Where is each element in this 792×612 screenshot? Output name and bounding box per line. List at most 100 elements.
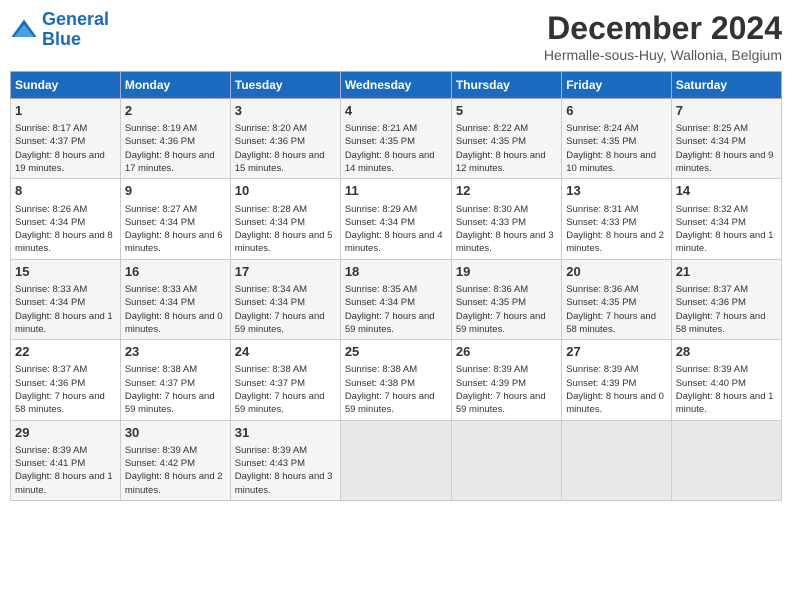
calendar-cell <box>562 420 671 500</box>
calendar-cell: 4Sunrise: 8:21 AMSunset: 4:35 PMDaylight… <box>340 99 451 179</box>
day-info: Sunrise: 8:24 AMSunset: 4:35 PMDaylight:… <box>566 122 666 175</box>
calendar-cell: 29 Sunrise: 8:39 AMSunset: 4:41 PMDayligh… <box>11 420 121 500</box>
calendar-cell: 26Sunrise: 8:39 AMSunset: 4:39 PMDayligh… <box>451 340 561 420</box>
calendar-cell <box>451 420 561 500</box>
column-header-monday: Monday <box>120 72 230 99</box>
calendar-cell: 8 Sunrise: 8:26 AMSunset: 4:34 PMDaylight… <box>11 179 121 259</box>
day-number: 30 <box>125 424 226 442</box>
location-subtitle: Hermalle-sous-Huy, Wallonia, Belgium <box>544 47 782 63</box>
logo-line2: Blue <box>42 29 81 49</box>
day-number: 25 <box>345 343 447 361</box>
day-info: Sunrise: 8:36 AMSunset: 4:35 PMDaylight:… <box>456 283 557 336</box>
column-header-thursday: Thursday <box>451 72 561 99</box>
calendar-cell: 22 Sunrise: 8:37 AMSunset: 4:36 PMDayligh… <box>11 340 121 420</box>
day-info: Sunrise: 8:39 AMSunset: 4:41 PMDaylight:… <box>15 444 116 497</box>
calendar-cell: 17 Sunrise: 8:34 AMSunset: 4:34 PMDayligh… <box>230 259 340 339</box>
calendar-week-row: 29 Sunrise: 8:39 AMSunset: 4:41 PMDayligh… <box>11 420 782 500</box>
calendar-week-row: 1 Sunrise: 8:17 AMSunset: 4:37 PMDaylight… <box>11 99 782 179</box>
day-number: 21 <box>676 263 777 281</box>
day-number: 10 <box>235 182 336 200</box>
day-number: 15 <box>15 263 116 281</box>
calendar-cell: 25 Sunrise: 8:38 AMSunset: 4:38 PMDayligh… <box>340 340 451 420</box>
day-info: Sunrise: 8:37 AMSunset: 4:36 PMDaylight:… <box>676 283 777 336</box>
calendar-cell: 15 Sunrise: 8:33 AMSunset: 4:34 PMDayligh… <box>11 259 121 339</box>
column-header-wednesday: Wednesday <box>340 72 451 99</box>
day-number: 8 <box>15 182 116 200</box>
day-number: 12 <box>456 182 557 200</box>
day-number: 31 <box>235 424 336 442</box>
calendar-cell: 10Sunrise: 8:28 AMSunset: 4:34 PMDayligh… <box>230 179 340 259</box>
day-info: Sunrise: 8:39 AMSunset: 4:39 PMDaylight:… <box>456 363 557 416</box>
logo-line1: General <box>42 9 109 29</box>
day-number: 13 <box>566 182 666 200</box>
day-number: 28 <box>676 343 777 361</box>
page-header: General Blue December 2024 Hermalle-sous… <box>10 10 782 63</box>
day-info: Sunrise: 8:25 AMSunset: 4:34 PMDaylight:… <box>676 122 777 175</box>
calendar-cell: 2Sunrise: 8:19 AMSunset: 4:36 PMDaylight… <box>120 99 230 179</box>
day-info: Sunrise: 8:35 AMSunset: 4:34 PMDaylight:… <box>345 283 447 336</box>
calendar-cell: 23 Sunrise: 8:38 AMSunset: 4:37 PMDayligh… <box>120 340 230 420</box>
day-number: 18 <box>345 263 447 281</box>
column-header-saturday: Saturday <box>671 72 781 99</box>
day-number: 3 <box>235 102 336 120</box>
day-info: Sunrise: 8:26 AMSunset: 4:34 PMDaylight:… <box>15 203 116 256</box>
calendar-cell: 19 Sunrise: 8:36 AMSunset: 4:35 PMDayligh… <box>451 259 561 339</box>
day-info: Sunrise: 8:39 AMSunset: 4:43 PMDaylight:… <box>235 444 336 497</box>
day-info: Sunrise: 8:38 AMSunset: 4:37 PMDaylight:… <box>125 363 226 416</box>
logo-icon <box>10 16 38 44</box>
calendar-cell: 13Sunrise: 8:31 AMSunset: 4:33 PMDayligh… <box>562 179 671 259</box>
day-info: Sunrise: 8:17 AMSunset: 4:37 PMDaylight:… <box>15 122 116 175</box>
day-info: Sunrise: 8:39 AMSunset: 4:40 PMDaylight:… <box>676 363 777 416</box>
day-info: Sunrise: 8:39 AMSunset: 4:39 PMDaylight:… <box>566 363 666 416</box>
calendar-cell: 9 Sunrise: 8:27 AMSunset: 4:34 PMDaylight… <box>120 179 230 259</box>
day-info: Sunrise: 8:30 AMSunset: 4:33 PMDaylight:… <box>456 203 557 256</box>
calendar-body: 1 Sunrise: 8:17 AMSunset: 4:37 PMDaylight… <box>11 99 782 501</box>
day-info: Sunrise: 8:38 AMSunset: 4:38 PMDaylight:… <box>345 363 447 416</box>
calendar-cell: 3 Sunrise: 8:20 AMSunset: 4:36 PMDaylight… <box>230 99 340 179</box>
logo: General Blue <box>10 10 109 50</box>
day-info: Sunrise: 8:34 AMSunset: 4:34 PMDaylight:… <box>235 283 336 336</box>
calendar-cell <box>340 420 451 500</box>
day-info: Sunrise: 8:29 AMSunset: 4:34 PMDaylight:… <box>345 203 447 256</box>
calendar-cell: 5 Sunrise: 8:22 AMSunset: 4:35 PMDaylight… <box>451 99 561 179</box>
day-info: Sunrise: 8:27 AMSunset: 4:34 PMDaylight:… <box>125 203 226 256</box>
day-number: 6 <box>566 102 666 120</box>
calendar-cell: 18 Sunrise: 8:35 AMSunset: 4:34 PMDayligh… <box>340 259 451 339</box>
logo-text: General Blue <box>42 10 109 50</box>
calendar-week-row: 15 Sunrise: 8:33 AMSunset: 4:34 PMDayligh… <box>11 259 782 339</box>
day-info: Sunrise: 8:33 AMSunset: 4:34 PMDaylight:… <box>15 283 116 336</box>
column-header-tuesday: Tuesday <box>230 72 340 99</box>
day-info: Sunrise: 8:36 AMSunset: 4:35 PMDaylight:… <box>566 283 666 336</box>
day-number: 27 <box>566 343 666 361</box>
calendar-cell: 1 Sunrise: 8:17 AMSunset: 4:37 PMDaylight… <box>11 99 121 179</box>
calendar-cell: 14Sunrise: 8:32 AMSunset: 4:34 PMDayligh… <box>671 179 781 259</box>
day-number: 24 <box>235 343 336 361</box>
day-number: 1 <box>15 102 116 120</box>
calendar-cell: 20 Sunrise: 8:36 AMSunset: 4:35 PMDayligh… <box>562 259 671 339</box>
column-header-sunday: Sunday <box>11 72 121 99</box>
month-title: December 2024 <box>544 10 782 47</box>
calendar-cell: 27 Sunrise: 8:39 AMSunset: 4:39 PMDayligh… <box>562 340 671 420</box>
day-number: 23 <box>125 343 226 361</box>
calendar-cell: 30Sunrise: 8:39 AMSunset: 4:42 PMDayligh… <box>120 420 230 500</box>
day-number: 9 <box>125 182 226 200</box>
day-info: Sunrise: 8:21 AMSunset: 4:35 PMDaylight:… <box>345 122 447 175</box>
day-number: 11 <box>345 182 447 200</box>
column-header-friday: Friday <box>562 72 671 99</box>
day-number: 5 <box>456 102 557 120</box>
day-info: Sunrise: 8:22 AMSunset: 4:35 PMDaylight:… <box>456 122 557 175</box>
day-number: 20 <box>566 263 666 281</box>
title-section: December 2024 Hermalle-sous-Huy, Walloni… <box>544 10 782 63</box>
calendar-week-row: 8 Sunrise: 8:26 AMSunset: 4:34 PMDaylight… <box>11 179 782 259</box>
day-info: Sunrise: 8:33 AMSunset: 4:34 PMDaylight:… <box>125 283 226 336</box>
day-info: Sunrise: 8:20 AMSunset: 4:36 PMDaylight:… <box>235 122 336 175</box>
day-info: Sunrise: 8:37 AMSunset: 4:36 PMDaylight:… <box>15 363 116 416</box>
day-info: Sunrise: 8:19 AMSunset: 4:36 PMDaylight:… <box>125 122 226 175</box>
day-number: 22 <box>15 343 116 361</box>
day-number: 19 <box>456 263 557 281</box>
day-number: 17 <box>235 263 336 281</box>
calendar-cell <box>671 420 781 500</box>
calendar-cell: 6 Sunrise: 8:24 AMSunset: 4:35 PMDaylight… <box>562 99 671 179</box>
calendar-cell: 31 Sunrise: 8:39 AMSunset: 4:43 PMDayligh… <box>230 420 340 500</box>
day-number: 29 <box>15 424 116 442</box>
